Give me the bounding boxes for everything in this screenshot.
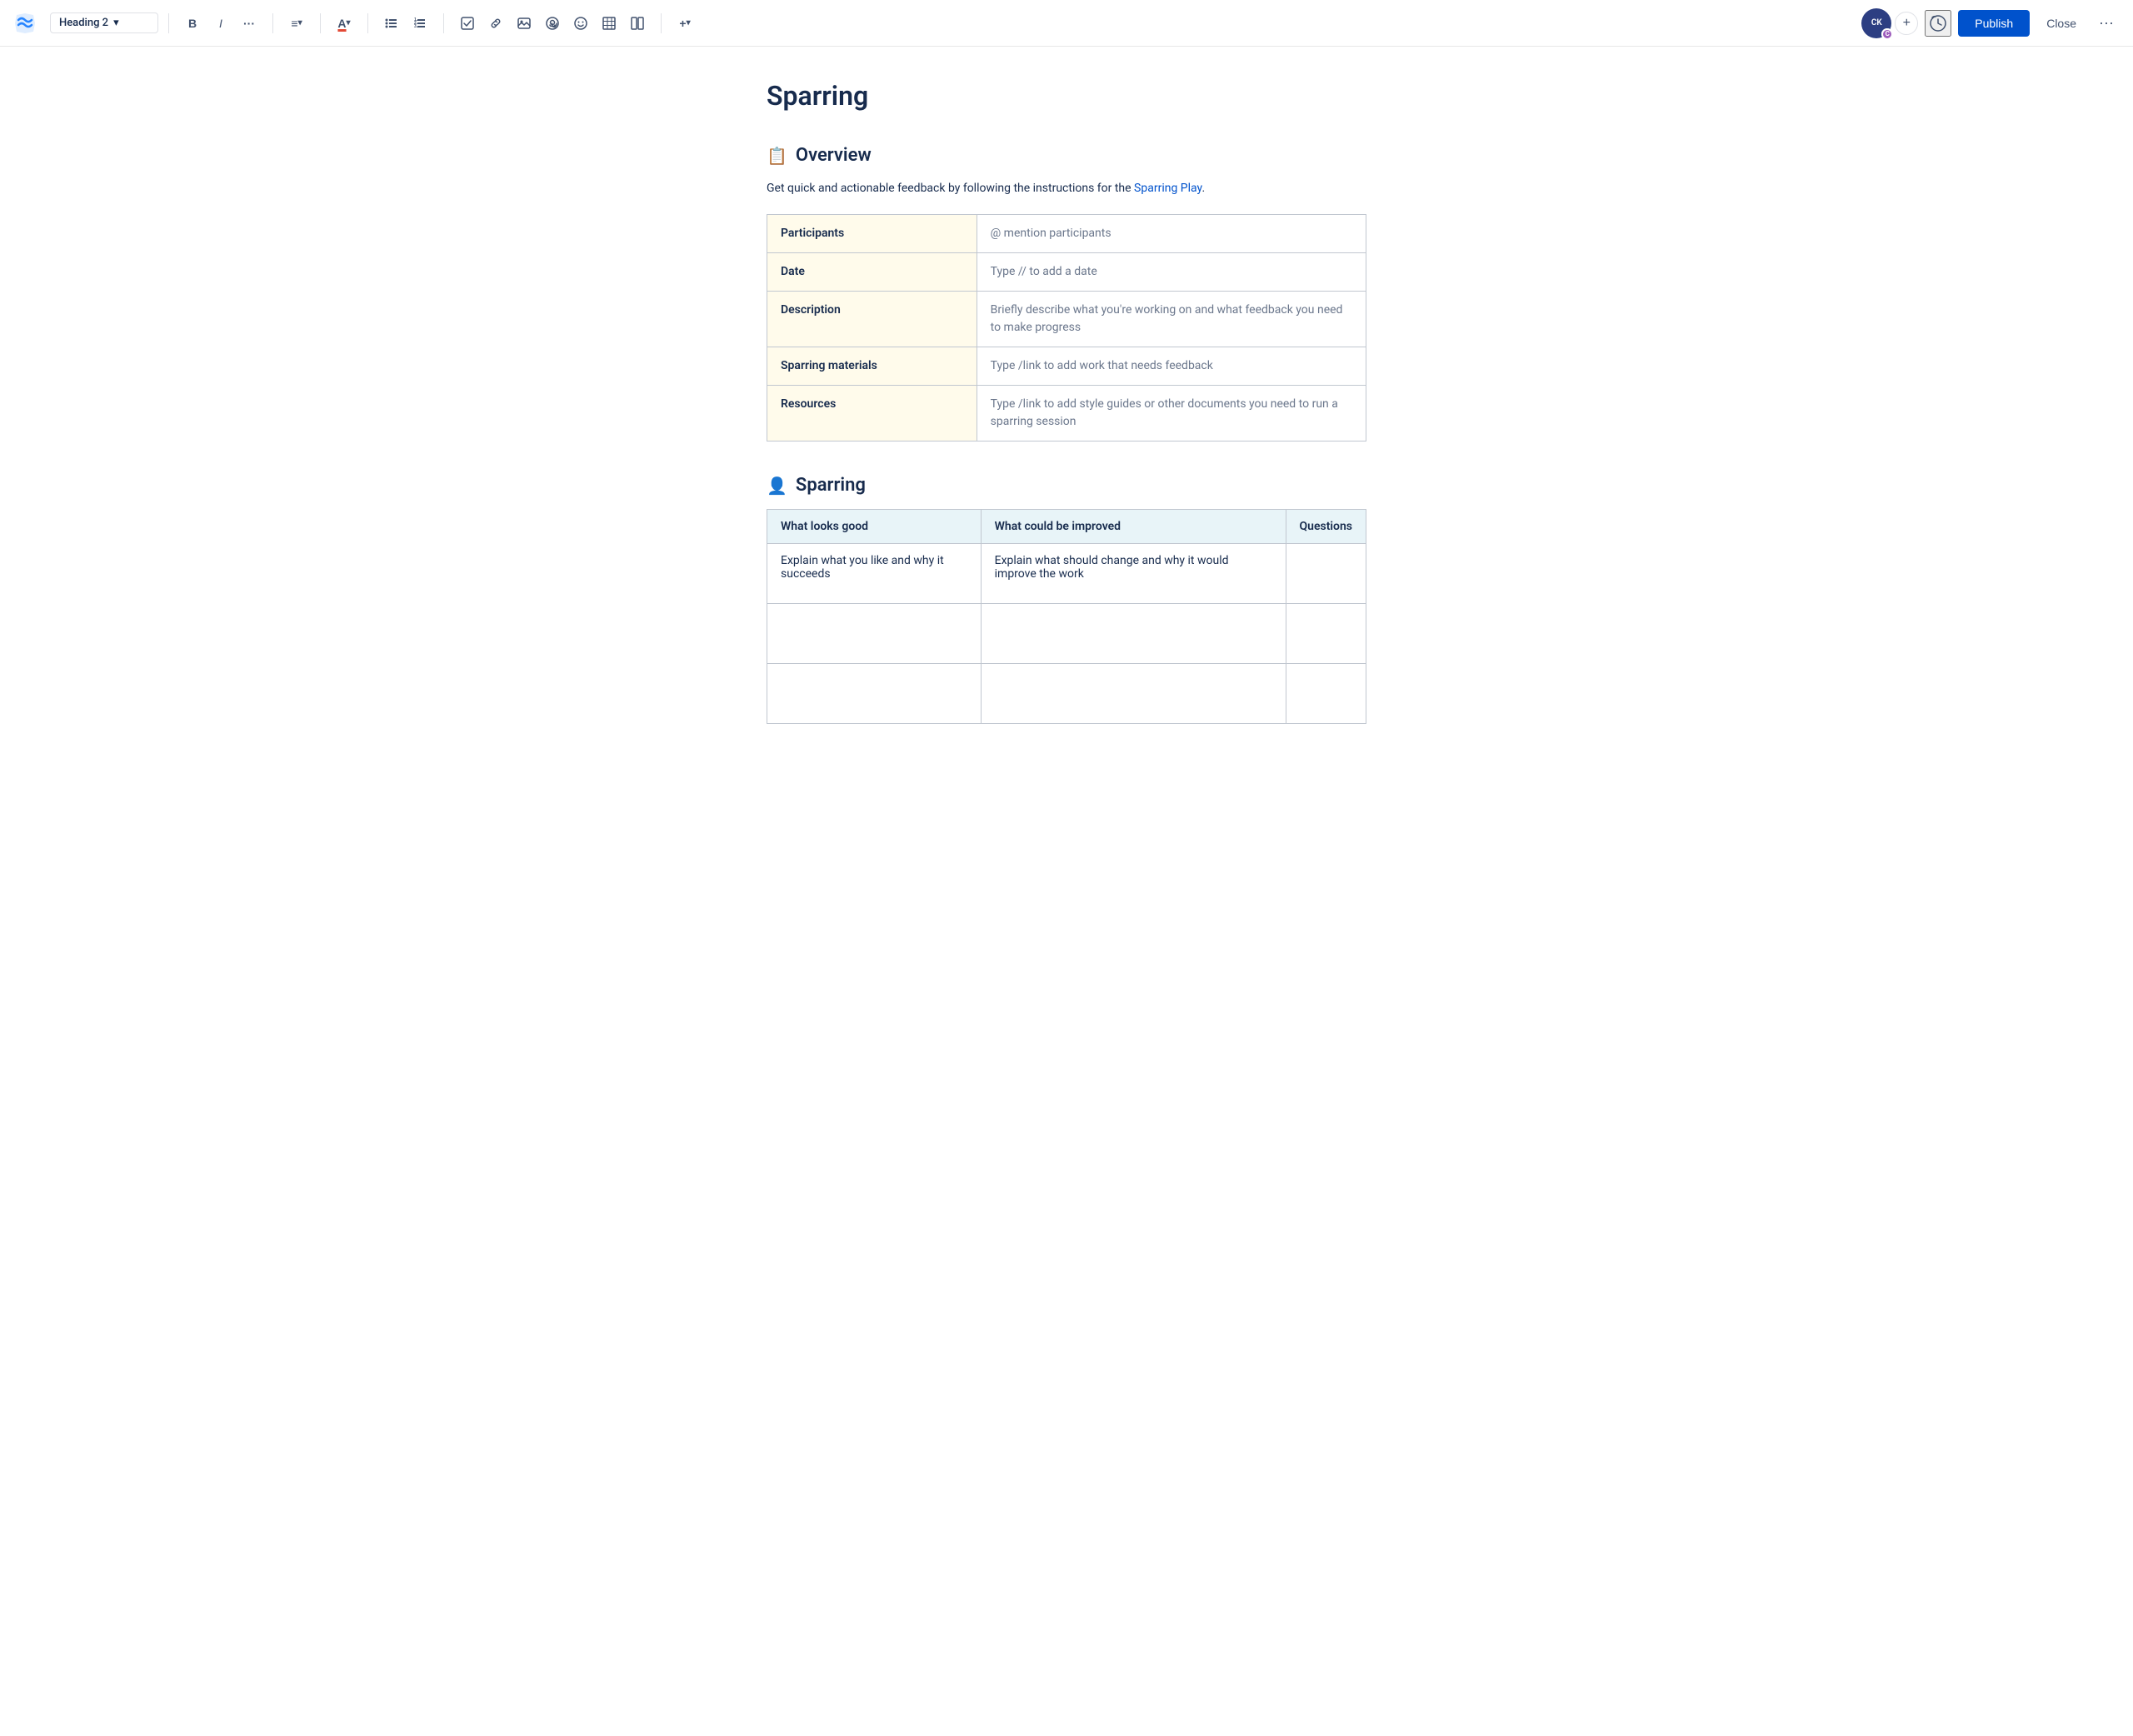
text-color-label: A <box>337 17 346 30</box>
resources-label: Resources <box>767 386 977 441</box>
columns-button[interactable] <box>624 10 651 37</box>
numbered-list-button[interactable]: 1.2.3. <box>407 10 433 37</box>
toolbar: Heading 2 ▾ B I ··· ≡ ▾ A ▾ 1.2.3. <box>0 0 2133 47</box>
date-value[interactable]: Type // to add a date <box>977 253 1366 292</box>
sparring-table-header-row: What looks good What could be improved Q… <box>767 510 1366 544</box>
heading-selector-chevron: ▾ <box>113 17 119 29</box>
sparring-heading: 👤 Sparring <box>767 475 1366 496</box>
sparring-table: What looks good What could be improved Q… <box>767 509 1366 724</box>
could-improve-row3[interactable] <box>981 664 1286 724</box>
col-questions: Questions <box>1286 510 1366 544</box>
app-logo[interactable] <box>13 12 37 35</box>
align-group: ≡ ▾ <box>283 10 310 37</box>
sparring-icon: 👤 <box>767 476 787 496</box>
text-color-button[interactable]: A ▾ <box>331 10 357 37</box>
looks-good-row1[interactable]: Explain what you like and why it succeed… <box>767 544 982 604</box>
toolbar-divider-3 <box>320 13 321 33</box>
description-label: Description <box>767 292 977 347</box>
col-could-improve: What could be improved <box>981 510 1286 544</box>
insert-plus-button[interactable]: + ▾ <box>672 10 698 37</box>
overview-heading-text: Overview <box>796 145 872 166</box>
heading-selector[interactable]: Heading 2 ▾ <box>50 12 158 33</box>
text-color-chevron-icon: ▾ <box>347 18 351 27</box>
bullet-list-button[interactable] <box>378 10 405 37</box>
participants-label: Participants <box>767 215 977 253</box>
heading-selector-label: Heading 2 <box>59 17 108 29</box>
date-label: Date <box>767 253 977 292</box>
align-icon: ≡ <box>291 17 297 30</box>
table-row <box>767 604 1366 664</box>
col-looks-good: What looks good <box>767 510 982 544</box>
could-improve-row1[interactable]: Explain what should change and why it wo… <box>981 544 1286 604</box>
toolbar-divider-1 <box>168 13 169 33</box>
versions-button[interactable] <box>1925 10 1951 37</box>
toolbar-divider-5 <box>443 13 444 33</box>
description-value[interactable]: Briefly describe what you're working on … <box>977 292 1366 347</box>
toolbar-divider-4 <box>367 13 368 33</box>
more-format-button[interactable]: ··· <box>236 10 262 37</box>
page-title[interactable]: Sparring <box>767 80 1366 112</box>
questions-row1[interactable] <box>1286 544 1366 604</box>
publish-button[interactable]: Publish <box>1958 10 2030 37</box>
text-format-group: B I ··· <box>179 10 262 37</box>
sparring-section: 👤 Sparring What looks good What could be… <box>767 475 1366 724</box>
questions-row2[interactable] <box>1286 604 1366 664</box>
text-color-group: A ▾ <box>331 10 357 37</box>
looks-good-row3[interactable] <box>767 664 982 724</box>
insert-group <box>454 10 651 37</box>
overview-table: Participants @ mention participants Date… <box>767 214 1366 441</box>
close-button[interactable]: Close <box>2036 10 2086 37</box>
italic-button[interactable]: I <box>207 10 234 37</box>
table-row <box>767 664 1366 724</box>
user-avatar[interactable]: CK C <box>1861 8 1891 38</box>
sparring-heading-text: Sparring <box>796 475 866 496</box>
add-collaborator-button[interactable]: + <box>1895 12 1918 35</box>
align-chevron-icon: ▾ <box>298 18 302 27</box>
sparring-materials-value[interactable]: Type /link to add work that needs feedba… <box>977 347 1366 386</box>
intro-text-after: . <box>1201 182 1205 195</box>
table-row: Description Briefly describe what you're… <box>767 292 1366 347</box>
image-button[interactable] <box>511 10 537 37</box>
questions-row3[interactable] <box>1286 664 1366 724</box>
align-button[interactable]: ≡ ▾ <box>283 10 310 37</box>
table-row: Sparring materials Type /link to add wor… <box>767 347 1366 386</box>
table-row: Participants @ mention participants <box>767 215 1366 253</box>
link-button[interactable] <box>482 10 509 37</box>
avatar-initials: CK <box>1871 18 1882 27</box>
table-row: Date Type // to add a date <box>767 253 1366 292</box>
sparring-materials-label: Sparring materials <box>767 347 977 386</box>
table-row: Explain what you like and why it succeed… <box>767 544 1366 604</box>
mention-button[interactable] <box>539 10 566 37</box>
overview-heading: 📋 Overview <box>767 145 1366 166</box>
task-button[interactable] <box>454 10 481 37</box>
overview-intro: Get quick and actionable feedback by fol… <box>767 179 1366 197</box>
content-area: Sparring 📋 Overview Get quick and action… <box>750 47 1383 791</box>
sparring-play-link[interactable]: Sparring Play <box>1134 182 1201 195</box>
table-row: Resources Type /link to add style guides… <box>767 386 1366 441</box>
table-button[interactable] <box>596 10 622 37</box>
participants-value[interactable]: @ mention participants <box>977 215 1366 253</box>
avatar-group: CK C + <box>1861 8 1918 38</box>
could-improve-row2[interactable] <box>981 604 1286 664</box>
overview-icon: 📋 <box>767 146 787 166</box>
bold-button[interactable]: B <box>179 10 206 37</box>
toolbar-divider-2 <box>272 13 273 33</box>
insert-plus-icon: + <box>679 17 686 30</box>
overview-section: 📋 Overview Get quick and actionable feed… <box>767 145 1366 441</box>
insert-plus-chevron-icon: ▾ <box>687 18 691 27</box>
more-options-button[interactable]: ··· <box>2093 10 2120 37</box>
emoji-button[interactable] <box>567 10 594 37</box>
toolbar-right: CK C + Publish Close ··· <box>1861 8 2120 38</box>
list-group: 1.2.3. <box>378 10 433 37</box>
looks-good-row2[interactable] <box>767 604 982 664</box>
intro-text-before: Get quick and actionable feedback by fol… <box>767 182 1134 195</box>
resources-value[interactable]: Type /link to add style guides or other … <box>977 386 1366 441</box>
toolbar-divider-6 <box>661 13 662 33</box>
